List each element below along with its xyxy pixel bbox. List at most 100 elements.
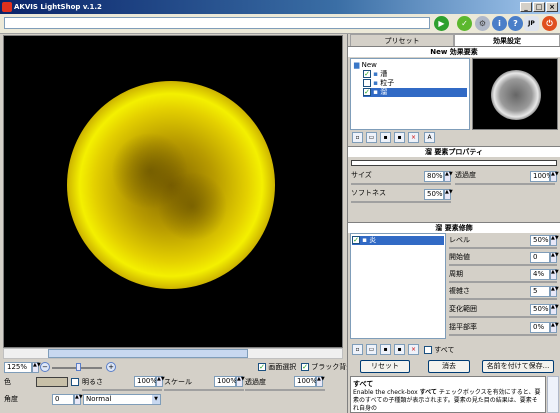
param-spinner[interactable]: ▲▼ [550,322,559,333]
param-spinner[interactable]: ▲▼ [550,252,559,263]
checkbox[interactable]: ✓ [301,363,309,371]
param-slider[interactable] [449,298,557,300]
param-spinner[interactable]: ▲▼ [550,235,559,246]
color-label: 色 [4,378,11,386]
zoom-in-icon[interactable]: + [106,362,116,372]
app-icon [2,2,12,12]
size-field[interactable]: 80% [424,171,444,182]
param-slider[interactable] [449,316,557,318]
param-spinner[interactable]: ▲▼ [550,269,559,280]
opacity-field[interactable]: 100% [530,171,553,182]
brightness-slider[interactable] [82,389,162,391]
save-decor-icon[interactable]: ▪ [380,344,391,355]
zoom-field[interactable]: 125% [4,362,32,373]
tree-item[interactable]: ✓ ▪ 漕 [363,70,387,79]
minimize-button[interactable]: _ [520,2,532,12]
layer-icon: ▪ [373,88,378,96]
size-spinner[interactable]: ▲▼ [444,171,453,182]
delete-decor-icon[interactable]: × [408,344,419,355]
close-window-button[interactable]: × [546,2,558,12]
param-field[interactable]: 50% [530,235,550,246]
checkbox[interactable] [363,79,371,87]
scale-slider[interactable] [164,389,244,391]
image-canvas[interactable] [3,35,343,348]
apply-icon[interactable]: ✓ [457,16,472,31]
run-icon[interactable]: ▶ [434,16,449,31]
tree-item[interactable]: ▪ 粒子 [363,79,394,88]
angle-spinner[interactable]: ▲▼ [74,394,83,405]
brightness-spinner[interactable]: ▲▼ [156,376,165,387]
tree-root[interactable]: ▆ New [354,61,377,70]
chevron-down-icon[interactable]: ▼ [152,395,160,404]
opacity-slider[interactable] [455,183,555,185]
blend-mode-select[interactable]: Normal [83,394,161,405]
checkbox[interactable]: ✓ [352,236,360,244]
size-slider[interactable] [351,183,451,185]
param-spinner[interactable]: ▲▼ [550,286,559,297]
param-field[interactable]: 0 [530,252,550,263]
decor-list[interactable]: ✓ ▪ 炎 [350,233,446,339]
close-program-icon[interactable]: ⏻ [542,16,557,31]
tree-item-selected[interactable]: ✓ ▪ 溜 [363,88,467,97]
softness-field[interactable]: 50% [424,189,444,200]
save-element-icon[interactable]: ▪ [380,132,391,143]
effect-tree[interactable]: ▆ New ✓ ▪ 漕 ▪ 粒子 ✓ ▪ 溜 [350,58,470,130]
checkbox[interactable]: ✓ [363,70,371,78]
new-decor-icon[interactable]: ▫ [352,344,363,355]
param-slider[interactable] [449,281,557,283]
angle-field[interactable]: 0 [52,394,74,405]
softness-spinner[interactable]: ▲▼ [444,189,453,200]
help-scrollbar[interactable] [547,376,559,413]
param-field[interactable]: 50% [530,304,550,315]
zoom-out-icon[interactable]: − [40,362,50,372]
delete-button[interactable]: 消去 [428,360,470,373]
checkbox[interactable] [424,346,432,354]
light-sphere-texture [82,96,260,274]
checkbox[interactable]: ✓ [363,88,371,96]
param-slider[interactable] [449,247,557,249]
param-field[interactable]: 0% [530,322,550,333]
gradient-bar[interactable] [351,160,557,166]
path-input[interactable] [4,17,430,29]
param-field[interactable]: 5 [530,286,550,297]
tab-presets[interactable]: プリセット [350,34,454,46]
save-as-element-icon[interactable]: ▪ [394,132,405,143]
save-as-button[interactable]: 名前を付けて保存... [482,360,554,373]
scrollbar-thumb[interactable] [48,349,248,358]
softness-slider[interactable] [351,201,451,203]
delete-element-icon[interactable]: × [408,132,419,143]
transparency-field[interactable]: 100% [294,376,317,387]
reset-button[interactable]: リセット [360,360,410,373]
open-decor-icon[interactable]: ▭ [366,344,377,355]
all-checkbox[interactable]: すべて [424,345,454,355]
param-slider[interactable] [449,264,557,266]
color-checkbox[interactable] [71,378,79,386]
param-spinner[interactable]: ▲▼ [550,304,559,315]
color-swatch[interactable] [36,377,68,387]
opacity-spinner[interactable]: ▲▼ [550,171,559,182]
maximize-button[interactable]: □ [533,2,545,12]
param-slider[interactable] [449,334,557,336]
language-icon[interactable]: JP [524,16,539,31]
checkbox[interactable]: ✓ [258,363,266,371]
scale-field[interactable]: 100% [214,376,237,387]
save-as-decor-icon[interactable]: ▪ [394,344,405,355]
help-icon[interactable]: ? [508,16,523,31]
show-selection-checkbox[interactable]: ✓ 画面選択 [258,362,296,372]
decor-item-selected[interactable]: ✓ ▪ 炎 [352,236,444,245]
tree-item-label: 粒子 [380,79,395,87]
zoom-slider-thumb[interactable] [76,363,81,371]
black-bg-checkbox[interactable]: ✓ ブラック背景 [301,362,353,372]
tab-effects[interactable]: 効果設定 [454,34,560,46]
preferences-icon[interactable]: ⚙ [475,16,490,31]
param-field[interactable]: 4% [530,269,550,280]
about-icon[interactable]: i [492,16,507,31]
new-element-icon[interactable]: ▫ [352,132,363,143]
brightness-field[interactable]: 100% [134,376,157,387]
zoom-spinner[interactable]: ▲▼ [32,362,41,373]
transparency-slider[interactable] [245,389,325,391]
transparency-spinner[interactable]: ▲▼ [316,376,325,387]
rename-element-icon[interactable]: A [424,132,435,143]
open-element-icon[interactable]: ▭ [366,132,377,143]
scale-spinner[interactable]: ▲▼ [236,376,245,387]
